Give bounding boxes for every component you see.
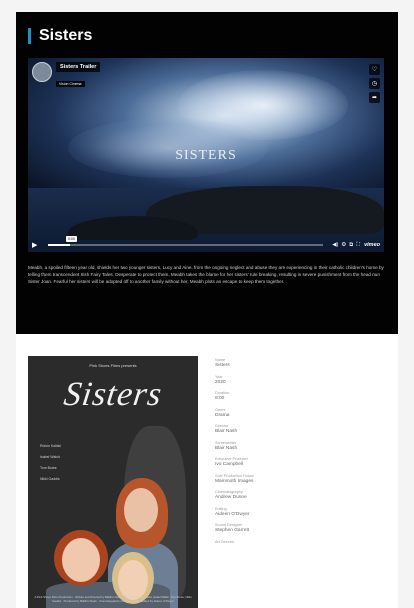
poster-cast-name: Tom Burke: [40, 466, 57, 470]
vimeo-logo[interactable]: vimeo: [364, 242, 380, 248]
share-icon[interactable]: ➦: [369, 92, 380, 103]
detail-row: Sole Production House Mammoth Images: [215, 474, 385, 485]
timestamp: 0:00: [66, 236, 77, 242]
video-channel[interactable]: Vision Cinema: [56, 81, 85, 87]
detail-row: Genre Drama: [215, 408, 385, 419]
detail-row: Screenwriter Blair Nash: [215, 441, 385, 452]
poster-cast-list: Róisín Kaliski Isabel Walsh Tom Burke Ni…: [40, 444, 61, 481]
video-title[interactable]: Sisters Trailer: [56, 62, 101, 72]
detail-value: Stephen Garrett: [215, 528, 250, 533]
video-controls: ▶ 0:00 ◀) ⚙ ⧉ ⛶ vimeo: [28, 236, 384, 252]
detail-value: Blair Nash: [215, 445, 238, 451]
poster-cast-name: Isabel Walsh: [40, 455, 60, 459]
fullscreen-icon[interactable]: ⛶: [356, 242, 360, 249]
film-details: Name Sisters Year 2020 Duration 8:00 Gen…: [215, 358, 385, 550]
detail-value: 2020: [215, 379, 226, 385]
detail-row: Duration 8:00: [215, 391, 385, 402]
movie-poster: Pink Shoes Films presents Sisters Róisín…: [28, 356, 198, 608]
page-frame: Sisters SISTERS Sisters Trailer Vision C…: [16, 12, 398, 608]
video-title-overlay: Sisters Trailer Vision Cinema: [32, 62, 101, 90]
poster-figure-face: [118, 560, 148, 600]
detail-row: Director Blair Nash: [215, 424, 385, 435]
volume-icon[interactable]: ◀): [332, 242, 338, 248]
channel-avatar[interactable]: [32, 62, 52, 82]
poster-title: Sisters: [61, 376, 165, 413]
poster-credits: A Pink Shoes Films Production · Written …: [34, 595, 192, 603]
detail-value: Ivo Campbell: [215, 462, 243, 467]
detail-value: Mammoth Images: [215, 478, 254, 484]
video-player[interactable]: SISTERS Sisters Trailer Vision Cinema ♡ …: [28, 58, 384, 252]
poster-figure-face: [124, 488, 158, 532]
detail-value: Blair Nash: [215, 429, 238, 434]
poster-cast-name: Nikki Gaddis: [40, 477, 60, 481]
pip-icon[interactable]: ⧉: [349, 242, 353, 249]
poster-cast-name: Róisín Kaliski: [40, 444, 62, 448]
video-side-actions: ♡ ◷ ➦: [369, 64, 380, 103]
detail-value: Aideen O'Dwyer: [215, 511, 250, 517]
settings-icon[interactable]: ⚙: [341, 242, 346, 248]
page-title: Sisters: [39, 27, 93, 44]
detail-row: Art Director: [215, 540, 385, 545]
poster-figure-face: [62, 538, 100, 582]
detail-row: Editing Aideen O'Dwyer: [215, 507, 385, 518]
detail-row: Cinematography Andrew Dunne: [215, 490, 385, 501]
detail-row: Year 2020: [215, 375, 385, 386]
progress-fill: [48, 244, 71, 246]
progress-bar[interactable]: 0:00: [48, 236, 324, 246]
detail-value: Drama: [215, 412, 230, 418]
clock-icon[interactable]: ◷: [369, 78, 380, 89]
page-title-row: Sisters: [28, 27, 92, 45]
detail-value: Andrew Dunne: [215, 495, 247, 500]
detail-row: Sound Designer Stephen Garrett: [215, 523, 385, 534]
detail-row: Name Sisters: [215, 358, 385, 369]
detail-value: Sisters: [215, 363, 230, 368]
detail-value: 8:00: [215, 396, 225, 401]
video-caption: SISTERS: [175, 148, 237, 163]
detail-label: Art Director: [215, 539, 235, 544]
detail-row: Executive Producer Ivo Campbell: [215, 457, 385, 468]
synopsis-text: Meabh, a spoiled fifteen year old, shiel…: [28, 265, 384, 284]
heart-icon[interactable]: ♡: [369, 64, 380, 75]
trailer-section: Sisters SISTERS Sisters Trailer Vision C…: [16, 12, 398, 334]
play-icon[interactable]: ▶: [32, 241, 42, 249]
title-accent-bar: [28, 28, 31, 44]
poster-presents: Pink Shoes Films presents: [89, 363, 137, 368]
